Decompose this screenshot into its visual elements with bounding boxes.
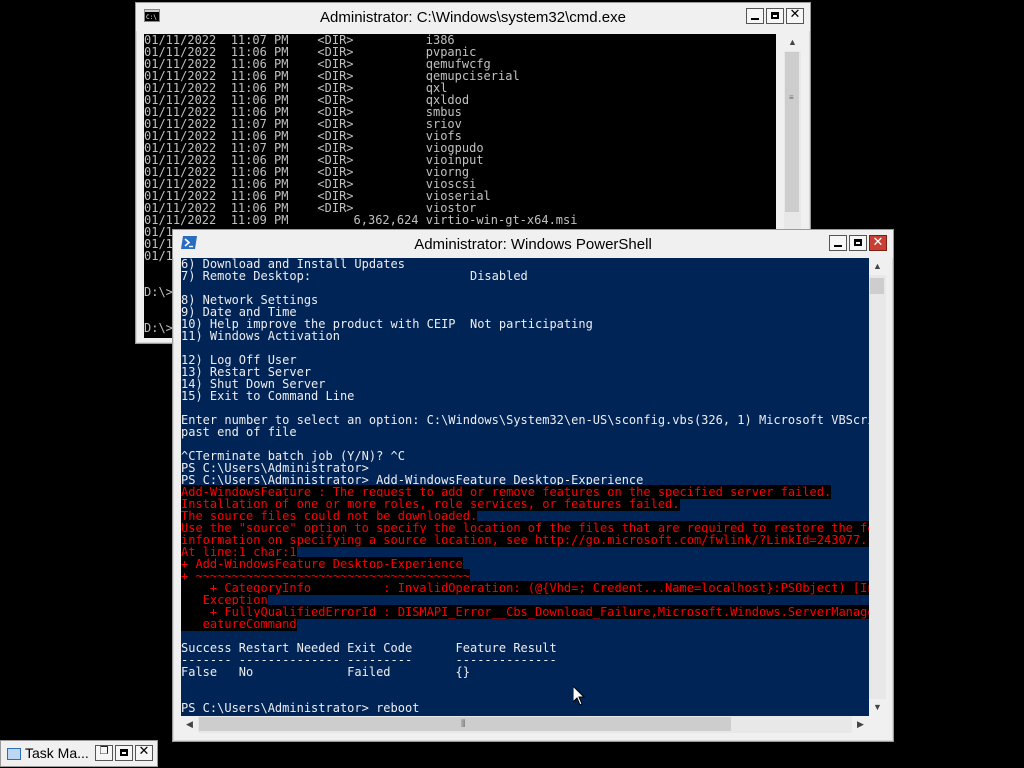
tm-maximize-button[interactable] <box>115 745 133 761</box>
powershell-console-output[interactable]: 6) Download and Install Updates 7) Remote… <box>181 258 869 716</box>
scroll-right-arrow-icon[interactable]: ▶ <box>852 716 869 733</box>
mouse-pointer-icon <box>573 686 585 706</box>
ps-window-title: Administrator: Windows PowerShell <box>414 236 652 253</box>
cmd-maximize-button[interactable] <box>766 8 784 24</box>
tm-restore-button[interactable]: ❐ <box>95 745 113 761</box>
console-line: PS C:\Users\Administrator> reboot <box>181 701 420 715</box>
ps-minimize-button[interactable] <box>829 235 847 251</box>
ps-close-button[interactable]: ✕ <box>869 235 887 251</box>
ps-scroll-thumb[interactable] <box>870 278 884 294</box>
task-manager-minimized-window[interactable]: Task Ma... ❐ ✕ <box>0 740 158 767</box>
ps-vertical-scrollbar[interactable]: ▲ ▼ <box>869 258 886 716</box>
scroll-left-arrow-icon[interactable]: ◀ <box>181 716 198 733</box>
ps-maximize-button[interactable] <box>849 235 867 251</box>
console-line: False No Failed {} <box>181 665 470 679</box>
error-line-text: eatureCommand <box>181 617 297 631</box>
ps-hscroll-thumb[interactable]: ⦀ <box>199 717 731 731</box>
console-line: 01/11/2022 11:09 PM 6,362,624 virtio-win… <box>144 213 578 227</box>
cmd-close-button[interactable]: ✕ <box>786 7 804 24</box>
cmd-scroll-thumb[interactable]: ≡ <box>785 52 799 212</box>
restore-icon: ❐ <box>99 746 109 757</box>
cmd-vertical-scrollbar[interactable]: ▲ ≡ <box>784 34 801 230</box>
close-icon: ✕ <box>138 744 150 759</box>
minimize-icon <box>834 245 842 247</box>
maximize-icon <box>771 12 779 19</box>
ps-horizontal-scrollbar[interactable]: ◀ ⦀ ▶ <box>181 716 869 733</box>
cmd-minimize-button[interactable] <box>746 8 764 24</box>
ps-titlebar[interactable]: Administrator: Windows PowerShell ✕ <box>173 230 893 258</box>
cmd-window-title: Administrator: C:\Windows\system32\cmd.e… <box>320 9 626 26</box>
console-line: past end of file <box>181 425 297 439</box>
error-line: eatureCommand <box>181 617 869 631</box>
task-manager-icon <box>7 748 21 760</box>
tm-close-button[interactable]: ✕ <box>135 744 153 761</box>
svg-text:C:\: C:\ <box>146 14 157 21</box>
scroll-up-arrow-icon[interactable]: ▲ <box>869 258 886 275</box>
cmd-titlebar[interactable]: C:\ Administrator: C:\Windows\system32\c… <box>136 3 810 31</box>
powershell-icon[interactable] <box>181 236 197 249</box>
cmd-window-icon[interactable]: C:\ <box>144 9 160 22</box>
close-icon: ✕ <box>789 7 801 22</box>
scroll-down-arrow-icon[interactable]: ▼ <box>869 699 886 716</box>
console-line: 7) Remote Desktop: Disabled <box>181 269 528 283</box>
minimize-icon <box>751 18 759 20</box>
grip-icon: ≡ <box>789 93 794 102</box>
task-manager-label: Task Ma... <box>25 745 89 761</box>
console-line: 11) Windows Activation <box>181 329 340 343</box>
maximize-icon <box>854 239 862 246</box>
powershell-window[interactable]: Administrator: Windows PowerShell ✕ 6) D… <box>172 229 894 742</box>
console-line: 15) Exit to Command Line <box>181 389 355 403</box>
grip-icon: ⦀ <box>461 719 466 730</box>
scroll-up-arrow-icon[interactable]: ▲ <box>784 34 801 51</box>
error-line: + CategoryInfo : InvalidOperation: (@{Vh… <box>181 581 869 595</box>
close-icon: ✕ <box>872 235 884 250</box>
maximize-icon <box>120 749 128 756</box>
error-line-text: + CategoryInfo : InvalidOperation: (@{Vh… <box>181 581 869 595</box>
